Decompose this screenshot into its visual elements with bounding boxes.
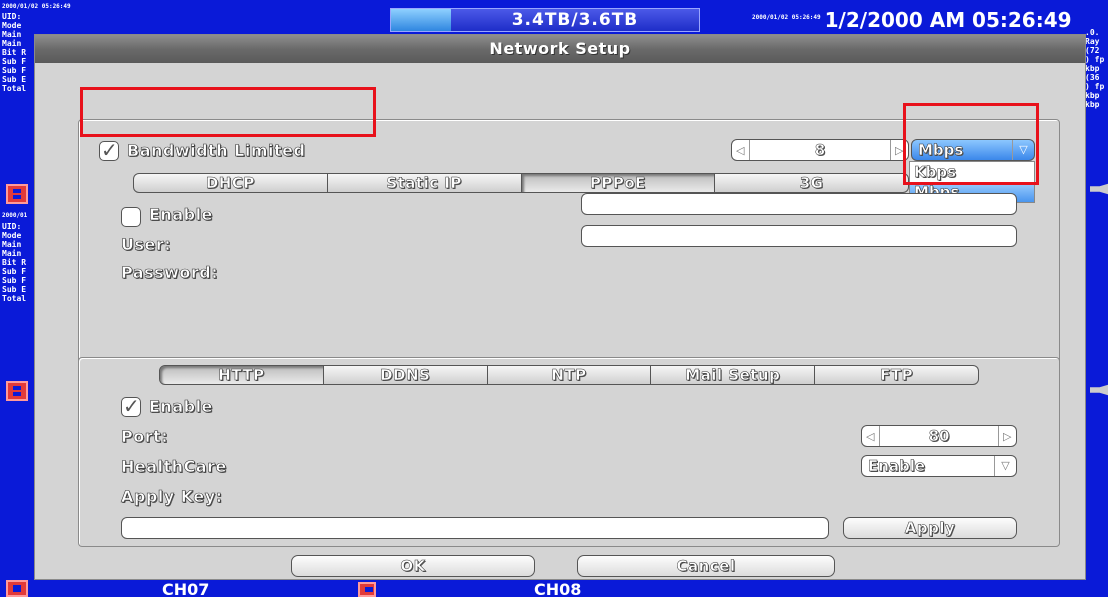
tab-ftp[interactable]: FTP xyxy=(815,365,979,385)
service-tabs: HTTP DDNS NTP Mail Setup FTP xyxy=(159,365,979,385)
channel-label-ch08: CH08 xyxy=(534,580,582,597)
cancel-button[interactable]: Cancel xyxy=(577,555,835,577)
tab-static-ip[interactable]: Static IP xyxy=(327,173,522,193)
camera-record-icon xyxy=(358,582,376,597)
apply-key-input[interactable] xyxy=(121,517,829,539)
bandwidth-unit-value: Mbps xyxy=(918,141,964,160)
channel-label-ch07: CH07 xyxy=(162,580,210,597)
apply-key-label: Apply Key: xyxy=(121,487,223,507)
speaker-icon xyxy=(1090,383,1108,397)
increase-arrow-icon[interactable]: ▷ xyxy=(998,426,1016,446)
camera-record-icon xyxy=(6,580,28,597)
port-value: 80 xyxy=(928,427,950,446)
connection-tabs: DHCP Static IP PPPoE 3G xyxy=(133,173,909,193)
decrease-arrow-icon[interactable]: ◁ xyxy=(862,426,880,446)
bandwidth-limited-label: Bandwidth Limited xyxy=(127,141,306,161)
tab-pppoe[interactable]: PPPoE xyxy=(521,173,716,193)
tab-ntp[interactable]: NTP xyxy=(487,365,652,385)
clock-main: 1/2/2000 AM 05:26:49 xyxy=(824,8,1072,32)
port-label: Port: xyxy=(121,427,169,447)
storage-text: 3.4TB/3.6TB xyxy=(511,10,639,30)
osd-info-mid: UID: Mode Main Main Bit R Sub F Sub F Su… xyxy=(2,222,27,303)
tab-ddns[interactable]: DDNS xyxy=(323,365,488,385)
tab-dhcp[interactable]: DHCP xyxy=(133,173,328,193)
bandwidth-unit-select[interactable]: Mbps ▽ xyxy=(911,139,1035,161)
dialog-title: Network Setup xyxy=(35,35,1085,63)
speaker-icon xyxy=(1090,182,1108,196)
bandwidth-value: 8 xyxy=(814,141,826,160)
tab-http[interactable]: HTTP xyxy=(159,365,324,385)
healthcare-value: Enable xyxy=(868,457,926,476)
healthcare-select[interactable]: Enable ▽ xyxy=(861,455,1017,477)
increase-arrow-icon[interactable]: ▷ xyxy=(890,140,908,160)
mid-left-timestamp: 2000/01 xyxy=(2,212,28,219)
tab-mail-setup[interactable]: Mail Setup xyxy=(651,365,816,385)
decrease-arrow-icon[interactable]: ◁ xyxy=(732,140,750,160)
chevron-down-icon: ▽ xyxy=(994,456,1016,476)
unit-option-kbps[interactable]: Kbps xyxy=(910,162,1034,182)
top-left-timestamp: 2000/01/02 05:26:49 xyxy=(2,3,71,10)
user-label: User: xyxy=(121,235,172,255)
pppoe-enable-checkbox[interactable] xyxy=(121,207,141,227)
user-input[interactable] xyxy=(581,193,1017,215)
system-clock: 2000/01/02 05:26:49 1/2/2000 AM 05:26:49 xyxy=(752,8,1108,32)
tab-3g[interactable]: 3G xyxy=(715,173,909,193)
pppoe-enable-label: Enable xyxy=(149,205,213,225)
storage-indicator: 3.4TB/3.6TB xyxy=(390,8,700,32)
clock-small: 2000/01/02 05:26:49 xyxy=(752,14,821,21)
bandwidth-value-spinner[interactable]: ◁ 8 ▷ xyxy=(731,139,909,161)
storage-usage-bar xyxy=(391,9,451,31)
apply-button[interactable]: Apply xyxy=(843,517,1017,539)
chevron-down-icon: ▽ xyxy=(1012,140,1034,160)
ok-button[interactable]: OK xyxy=(291,555,535,577)
http-enable-label: Enable xyxy=(149,397,213,417)
osd-info-top: UID: Mode Main Main Bit R Sub F Sub F Su… xyxy=(2,12,27,93)
port-spinner[interactable]: ◁ 80 ▷ xyxy=(861,425,1017,447)
network-setup-dialog: Network Setup Bandwidth Limited ◁ 8 ▷ Mb… xyxy=(34,34,1086,580)
camera-record-icon xyxy=(6,184,28,204)
http-enable-checkbox[interactable] xyxy=(121,394,141,418)
password-input[interactable] xyxy=(581,225,1017,247)
bandwidth-limited-checkbox[interactable] xyxy=(99,138,119,162)
healthcare-label: HealthCare xyxy=(121,457,227,477)
password-label: Password: xyxy=(121,263,219,283)
camera-record-icon xyxy=(6,381,28,401)
osd-info-right: .0. Ray (72 ) fp kbp (36 ) fp kbp kbp xyxy=(1085,28,1105,109)
